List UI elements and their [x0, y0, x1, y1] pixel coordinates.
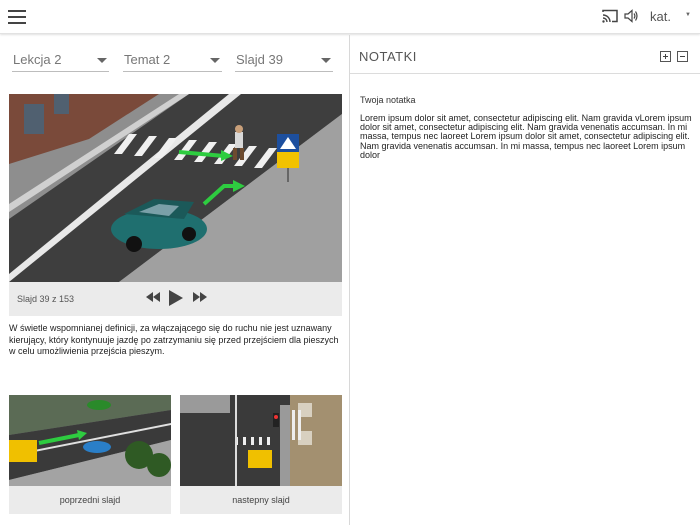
topic-select[interactable]: Temat 2 [123, 52, 222, 72]
previous-slide-label: poprzedni slajd [9, 486, 171, 514]
volume-icon[interactable] [624, 9, 638, 23]
topic-select-value: Temat 2 [124, 52, 171, 67]
next-slide-image [180, 395, 342, 486]
lesson-select-value: Lekcja 2 [13, 52, 62, 67]
next-slide-label: nastepny slajd [180, 486, 342, 514]
slide-image [9, 94, 342, 282]
top-bar: kat. ▼ [0, 0, 700, 34]
notes-divider [350, 73, 700, 74]
slide-description: W świetle wspomnianej definicji, za włąc… [9, 323, 339, 356]
chevron-down-icon [210, 58, 220, 63]
notes-title: NOTATKI [359, 49, 417, 64]
panel-divider [349, 35, 350, 525]
previous-slide-image [9, 395, 171, 486]
category-selector[interactable]: kat. [650, 9, 671, 24]
next-slide-thumbnail[interactable]: nastepny slajd [180, 395, 342, 514]
slide-select[interactable]: Slajd 39 [235, 52, 333, 72]
fast-forward-icon[interactable] [193, 292, 207, 302]
chevron-down-icon[interactable]: ▼ [685, 12, 691, 18]
hamburger-icon[interactable] [8, 10, 26, 24]
play-icon[interactable] [169, 290, 183, 306]
note-textarea[interactable]: Lorem ipsum dolor sit amet, consectetur … [360, 113, 692, 160]
slide-counter: Slajd 39 z 153 [17, 294, 75, 304]
plus-box-icon[interactable] [660, 51, 671, 62]
note-label: Twoja notatka [360, 95, 416, 105]
chevron-down-icon [321, 58, 331, 63]
chevron-down-icon [97, 58, 107, 63]
previous-slide-thumbnail[interactable]: poprzedni slajd [9, 395, 171, 514]
lesson-select[interactable]: Lekcja 2 [12, 52, 109, 72]
slide-select-value: Slajd 39 [236, 52, 283, 67]
slide-controls: Slajd 39 z 153 [9, 282, 342, 316]
rewind-icon[interactable] [146, 292, 160, 302]
cast-icon[interactable] [602, 9, 618, 23]
minus-box-icon[interactable] [677, 51, 688, 62]
